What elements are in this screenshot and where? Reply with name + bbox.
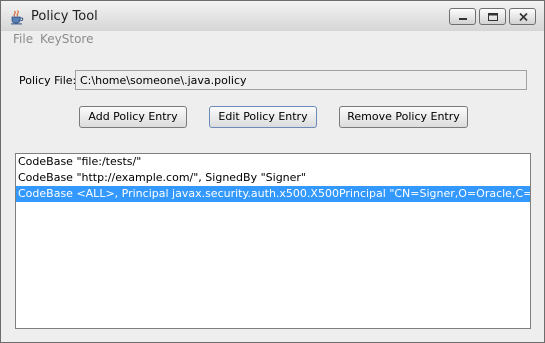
policy-entries-list[interactable]: CodeBase "file:/tests/" CodeBase "http:/…	[15, 153, 531, 329]
edit-policy-entry-button[interactable]: Edit Policy Entry	[209, 106, 317, 128]
policy-tool-window: Policy Tool File KeyStore Policy File: A…	[0, 0, 545, 343]
close-button[interactable]	[509, 8, 536, 25]
list-item[interactable]: CodeBase "http://example.com/", SignedBy…	[16, 170, 530, 186]
policy-file-field[interactable]	[75, 70, 527, 90]
menu-file[interactable]: File	[13, 32, 33, 46]
maximize-button[interactable]	[479, 8, 506, 25]
menu-keystore[interactable]: KeyStore	[40, 32, 93, 46]
list-item[interactable]: CodeBase "file:/tests/"	[16, 154, 530, 170]
add-policy-entry-button[interactable]: Add Policy Entry	[79, 106, 187, 128]
title-bar[interactable]: Policy Tool	[1, 1, 544, 32]
minimize-button[interactable]	[449, 8, 476, 25]
remove-policy-entry-button[interactable]: Remove Policy Entry	[339, 106, 468, 128]
window-title: Policy Tool	[31, 9, 98, 24]
policy-file-label: Policy File:	[19, 74, 77, 87]
java-cup-icon	[9, 9, 25, 25]
menu-bar: File KeyStore	[1, 31, 544, 48]
list-item[interactable]: CodeBase <ALL>, Principal javax.security…	[16, 186, 530, 202]
